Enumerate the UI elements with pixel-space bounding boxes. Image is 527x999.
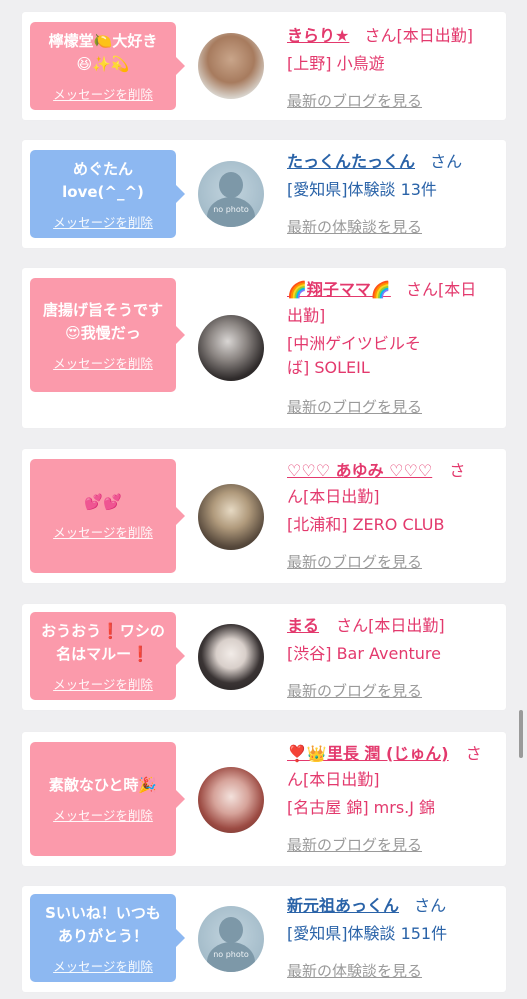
shop-name: [中洲ゲイツビルそ <box>287 334 421 353</box>
avatar[interactable] <box>198 767 264 833</box>
message-card: 檸檬堂🍋大好き 😆✨💫 メッセージを削除 きらり★ さん[本日出勤] [上野] … <box>22 12 506 120</box>
profile-name-link[interactable]: 新元祖あっくん <box>287 896 399 915</box>
profile-info: ❣️👑里長 潤 (じゅん) さ ん[本日出勤] [名古屋 錦] mrs.J 錦 <box>287 742 499 820</box>
shop-name: [上野] 小鳥遊 <box>287 54 385 73</box>
delete-message-link[interactable]: メッセージを削除 <box>53 805 153 824</box>
profile-status: さん <box>430 152 463 171</box>
shop-name: [名古屋 錦] mrs.J 錦 <box>287 798 436 817</box>
message-bubble: 唐揚げ旨そうです 😍我慢だっ メッセージを削除 <box>30 278 185 392</box>
scrollbar[interactable] <box>519 710 523 758</box>
profile-name-link[interactable]: ❣️👑里長 潤 (じゅん) <box>287 744 449 763</box>
message-bubble: 💕💕 メッセージを削除 <box>30 459 185 573</box>
no-photo-label: no photo <box>213 205 249 214</box>
profile-status: さん[本日 <box>405 280 477 299</box>
profile-name-link[interactable]: 🌈翔子ママ🌈 <box>287 280 391 299</box>
message-card: 素敵なひと時🎉 メッセージを削除 ❣️👑里長 潤 (じゅん) さ ん[本日出勤]… <box>22 732 506 866</box>
message-text: めぐたん love(^_^) <box>62 159 144 201</box>
profile-info: 新元祖あっくん さん [愛知県]体験談 151件 <box>287 894 499 946</box>
message-card: おうおう❗ワシの 名はマルー❗ メッセージを削除 まる さん[本日出勤] [渋谷… <box>22 604 506 710</box>
avatar[interactable] <box>198 315 264 381</box>
person-silhouette-icon <box>219 917 243 943</box>
profile-info: たっくんたっくん さん [愛知県]体験談 13件 <box>287 150 499 202</box>
profile-name-link[interactable]: きらり★ <box>287 26 349 45</box>
latest-blog-link[interactable]: 最新のブログを見る <box>287 834 422 855</box>
message-text: 💕💕 <box>84 493 122 511</box>
avatar[interactable] <box>198 33 264 99</box>
delete-message-link[interactable]: メッセージを削除 <box>53 956 153 975</box>
shop-name: [渋谷] Bar Aventure <box>287 644 441 663</box>
profile-status: さん[本日出勤] <box>364 26 473 45</box>
profile-status: さん <box>414 896 447 915</box>
experience-count: [愛知県]体験談 13件 <box>287 180 437 199</box>
message-bubble: めぐたん love(^_^) メッセージを削除 <box>30 150 185 238</box>
delete-message-link[interactable]: メッセージを削除 <box>53 353 153 372</box>
latest-blog-link[interactable]: 最新のブログを見る <box>287 680 422 701</box>
profile-info: ♡♡♡ あゆみ ♡♡♡ さ ん[本日出勤] [北浦和] ZERO CLUB <box>287 459 499 537</box>
latest-review-link[interactable]: 最新の体験談を見る <box>287 216 422 237</box>
message-bubble: Sいいね！いつも ありがとう！ メッセージを削除 <box>30 894 185 982</box>
no-photo-label: no photo <box>213 950 249 959</box>
latest-blog-link[interactable]: 最新のブログを見る <box>287 90 422 111</box>
delete-message-link[interactable]: メッセージを削除 <box>53 674 153 693</box>
latest-review-link[interactable]: 最新の体験談を見る <box>287 960 422 981</box>
shop-name: [北浦和] ZERO CLUB <box>287 515 445 534</box>
experience-count: [愛知県]体験談 151件 <box>287 924 448 943</box>
profile-status: さん[本日出勤] <box>336 616 445 635</box>
profile-name-link[interactable]: ♡♡♡ あゆみ ♡♡♡ <box>287 461 432 480</box>
profile-status: さ <box>465 744 482 763</box>
message-text: Sいいね！いつも ありがとう！ <box>45 903 161 945</box>
message-card: 💕💕 メッセージを削除 ♡♡♡ あゆみ ♡♡♡ さ ん[本日出勤] [北浦和] … <box>22 449 506 583</box>
profile-name-link[interactable]: たっくんたっくん <box>287 152 415 171</box>
delete-message-link[interactable]: メッセージを削除 <box>53 212 153 231</box>
delete-message-link[interactable]: メッセージを削除 <box>53 522 153 541</box>
delete-message-link[interactable]: メッセージを削除 <box>53 84 153 103</box>
message-card: Sいいね！いつも ありがとう！ メッセージを削除 no photo 新元祖あっく… <box>22 886 506 992</box>
profile-name-link[interactable]: まる <box>287 616 319 635</box>
profile-info: きらり★ さん[本日出勤] [上野] 小鳥遊 <box>287 24 499 76</box>
profile-info: 🌈翔子ママ🌈 さん[本日 出勤] [中洲ゲイツビルそ ば] SOLEIL <box>287 278 499 380</box>
message-text: おうおう❗ワシの 名はマルー❗ <box>41 621 165 663</box>
avatar[interactable] <box>198 484 264 550</box>
latest-blog-link[interactable]: 最新のブログを見る <box>287 396 422 417</box>
message-bubble: 檸檬堂🍋大好き 😆✨💫 メッセージを削除 <box>30 22 185 110</box>
message-bubble: 素敵なひと時🎉 メッセージを削除 <box>30 742 185 856</box>
latest-blog-link[interactable]: 最新のブログを見る <box>287 551 422 572</box>
message-card: 唐揚げ旨そうです 😍我慢だっ メッセージを削除 🌈翔子ママ🌈 さん[本日 出勤]… <box>22 268 506 428</box>
no-photo-avatar[interactable]: no photo <box>198 906 264 972</box>
no-photo-avatar[interactable]: no photo <box>198 161 264 227</box>
message-text: 檸檬堂🍋大好き 😆✨💫 <box>48 31 158 73</box>
message-text: 唐揚げ旨そうです 😍我慢だっ <box>42 300 163 342</box>
message-text: 素敵なひと時🎉 <box>48 776 158 794</box>
message-bubble: おうおう❗ワシの 名はマルー❗ メッセージを削除 <box>30 612 185 700</box>
message-card: めぐたん love(^_^) メッセージを削除 no photo たっくんたっく… <box>22 140 506 248</box>
person-silhouette-icon <box>219 172 243 198</box>
avatar[interactable] <box>198 624 264 690</box>
profile-status: さ <box>449 461 466 480</box>
profile-info: まる さん[本日出勤] [渋谷] Bar Aventure <box>287 614 499 666</box>
